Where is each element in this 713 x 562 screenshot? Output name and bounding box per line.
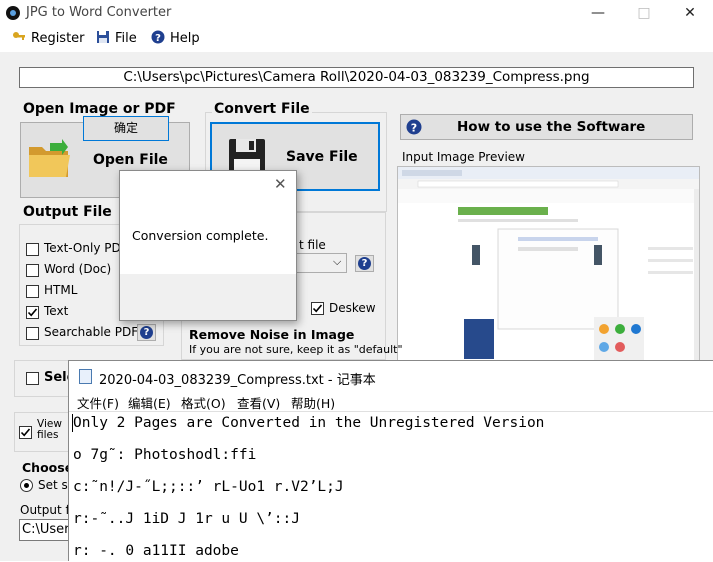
notepad-title: 2020-04-03_083239_Compress.txt - 记事本 <box>99 373 376 388</box>
output-folder-label-fragment: Output f <box>20 503 70 517</box>
notepad-menu-edit[interactable]: 编辑(E) <box>128 393 171 412</box>
chevron-down-icon: ⌵ <box>333 255 342 268</box>
deskew-label: Deskew <box>329 301 376 315</box>
file-option-label: t file <box>299 238 326 252</box>
help-icon: ? <box>140 326 153 339</box>
output-folder-field[interactable]: C:\User <box>19 519 74 541</box>
menu-file[interactable]: File <box>96 30 137 48</box>
minimize-button[interactable]: — <box>575 2 621 24</box>
checkbox-select[interactable] <box>26 372 39 385</box>
checkbox-word-doc[interactable] <box>26 264 39 277</box>
notepad-menu-file[interactable]: 文件(F) <box>77 393 119 412</box>
option-text-only-pdf-label: Text-Only PDF <box>44 241 128 255</box>
radio-dot <box>24 483 29 488</box>
help-icon: ? <box>358 257 371 270</box>
svg-text:?: ? <box>155 33 161 44</box>
conversion-complete-dialog: ✕ Conversion complete. <box>119 170 297 321</box>
file-option-help-button[interactable]: ? <box>355 255 374 272</box>
dialog-message: Conversion complete. <box>132 228 269 243</box>
output-group-title: Output File <box>23 204 112 220</box>
maximize-button[interactable]: □ <box>621 2 667 24</box>
open-file-label: Open File <box>93 152 168 168</box>
checkbox-searchable-pdf[interactable] <box>26 327 39 340</box>
text-line: Only 2 Pages are Converted in the Unregi… <box>73 415 545 431</box>
radio-set-same[interactable] <box>20 479 33 492</box>
file-option-dropdown[interactable]: ⌵ <box>290 253 347 273</box>
menu-help-label: Help <box>170 31 200 46</box>
notepad-window: 2020-04-03_083239_Compress.txt - 记事本 文件(… <box>68 360 713 562</box>
how-to-use-button[interactable]: ? How to use the Software <box>400 114 693 140</box>
choose-title-fragment: Choose <box>22 460 74 475</box>
checkbox-text-only-pdf[interactable] <box>26 243 39 256</box>
menu-help[interactable]: ? Help <box>151 30 200 48</box>
option-text-label: Text <box>44 304 69 318</box>
help-icon: ? <box>406 119 422 138</box>
view-files-label: View files <box>37 419 62 441</box>
dialog-ok-button[interactable]: 确定 <box>83 116 169 141</box>
option-searchable-pdf-label: Searchable PDF <box>44 325 139 339</box>
key-icon <box>12 30 26 44</box>
menu-register[interactable]: Register <box>12 30 85 48</box>
option-word-doc-label: Word (Doc) <box>44 262 112 276</box>
preview-screenshot-thumbnail <box>398 167 699 364</box>
check-mark-icon <box>20 428 31 437</box>
open-group-title: Open Image or PDF <box>23 101 176 117</box>
menu-register-label: Register <box>31 31 85 46</box>
option-html-label: HTML <box>44 283 78 297</box>
menu-bar: Register File ? Help <box>0 26 713 52</box>
menu-file-label: File <box>115 31 137 46</box>
notepad-icon <box>79 369 92 384</box>
close-button[interactable]: ✕ <box>667 2 713 24</box>
notepad-menu-view[interactable]: 查看(V) <box>237 393 280 412</box>
input-image-preview <box>397 166 700 365</box>
app-icon <box>6 6 20 20</box>
text-line: r: -. 0 a11II adobe <box>73 543 239 559</box>
help-icon: ? <box>151 30 165 44</box>
notepad-menu-format[interactable]: 格式(O) <box>181 393 226 412</box>
text-line: r:-˜..J 1iD J 1r u U \’::J <box>73 511 300 527</box>
preview-label: Input Image Preview <box>402 150 525 164</box>
file-path-field[interactable]: C:\Users\pc\Pictures\Camera Roll\2020-04… <box>19 67 694 88</box>
checkbox-view-files[interactable] <box>19 426 32 439</box>
how-to-use-label: How to use the Software <box>457 119 646 135</box>
remove-noise-title: Remove Noise in Image <box>189 327 355 342</box>
folder-icon <box>26 137 72 184</box>
svg-text:?: ? <box>411 122 417 135</box>
remove-noise-hint: If you are not sure, keep it as "default… <box>189 343 403 356</box>
dialog-close-button[interactable]: ✕ <box>274 175 287 193</box>
searchable-pdf-help-button[interactable]: ? <box>137 324 156 341</box>
check-mark-icon <box>27 308 38 317</box>
check-mark-icon <box>312 304 323 313</box>
save-file-label: Save File <box>286 149 358 165</box>
notepad-menu-help[interactable]: 帮助(H) <box>291 393 335 412</box>
checkbox-deskew[interactable] <box>311 302 324 315</box>
text-line: c:˜n!/J-˝L;;::’ rL-Uo1 r.V2’L;J <box>73 479 344 495</box>
notepad-text-area[interactable]: Only 2 Pages are Converted in the Unregi… <box>69 411 713 562</box>
view-files-line2: files <box>37 429 59 441</box>
title-bar: JPG to Word Converter — □ ✕ <box>0 0 713 26</box>
window-title: JPG to Word Converter <box>26 5 172 20</box>
dialog-footer <box>120 274 296 320</box>
text-line: o 7g˜: Photoshodl:ffi <box>73 447 257 463</box>
convert-group-title: Convert File <box>212 101 312 117</box>
checkbox-text[interactable] <box>26 306 39 319</box>
floppy-icon <box>96 30 110 44</box>
checkbox-html[interactable] <box>26 285 39 298</box>
